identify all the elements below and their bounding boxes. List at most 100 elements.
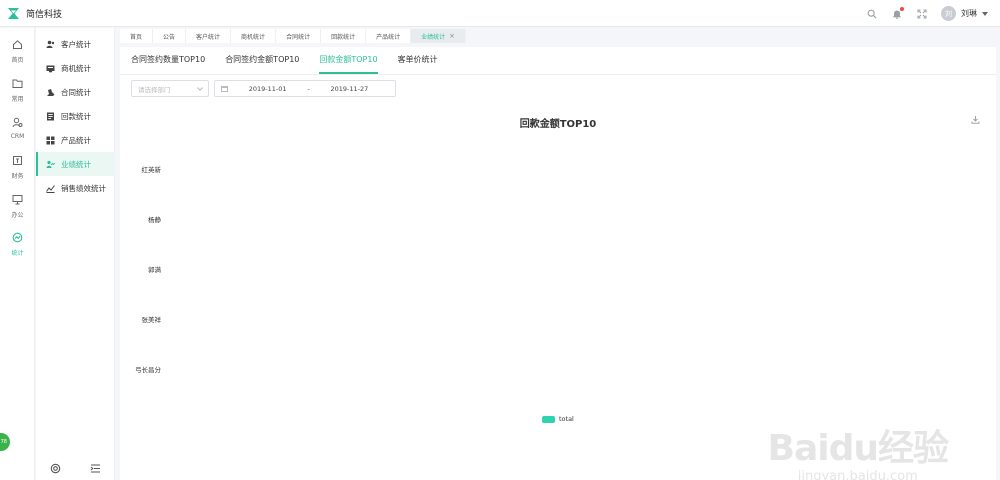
page-tab-label: 合同统计 [286,33,311,41]
rail-item-finance[interactable]: 财务 [0,155,35,180]
rail-label: 常用 [11,96,24,103]
page-tab-notice[interactable]: 公告 [153,29,187,43]
app-title: 简信科技 [26,9,63,20]
page-tab-customer-stats[interactable]: 客户统计 [186,29,232,43]
y-tick-label: 张美祥 [141,316,162,324]
rail-item-stats[interactable]: 统计 [0,232,35,257]
chevron-down-icon [982,11,988,16]
y-tick-label: 郭满 [148,266,161,274]
user-name: 刘琳 [961,9,977,18]
subnav-label: 客户统计 [61,39,91,49]
folder-icon [12,78,23,91]
department-placeholder: 请选择部门 [138,85,171,94]
page-tab-label: 首页 [130,33,143,41]
search-icon[interactable] [866,8,878,20]
collapse-menu-icon[interactable] [90,463,101,476]
page-tab-label: 业绩统计 [421,33,446,41]
calendar-icon [221,85,228,92]
chart-title: 回款金额TOP10 [519,119,597,130]
notification-badge [900,6,904,11]
notification-bell-icon[interactable] [891,6,904,20]
rail-label: CRM [10,133,25,140]
avatar: 刘 [941,6,956,21]
floating-badge-label: 78 [0,439,7,445]
chevron-down-icon [197,84,203,91]
logo-icon [7,7,20,20]
subnav-label: 业绩统计 [61,159,91,169]
user-icon [46,40,55,49]
main-panel: 合同签约数量TOP10 合同签约金额TOP10 回款金额TOP10 客单价统计 … [120,47,996,480]
page-tabs: 首页 公告 客户统计 商机统计 合同统计 回款统计 产品统计 业绩统计 × [120,29,1000,43]
y-tick-label: 杨静 [148,216,161,224]
secondary-nav: 客户统计 商机统计 合同统计 回款统计 产品统计 业绩统计 销售绩效统计 [36,28,115,480]
date-end[interactable]: 2019-11-27 [310,85,389,93]
date-start[interactable]: 2019-11-01 [228,85,307,93]
top-header: 简信科技 刘 刘琳 [0,0,1000,27]
rail-item-common[interactable]: 常用 [0,78,35,103]
fullscreen-icon[interactable] [916,8,928,20]
subnav-item-opportunity-stats[interactable]: 商机统计 [36,56,115,80]
performance-icon [46,160,55,169]
subnav-label: 合同统计 [61,87,91,97]
page-tab-label: 产品统计 [376,33,401,41]
page-tab-label: 回款统计 [331,33,356,41]
date-range-picker[interactable]: 2019-11-01 - 2019-11-27 [214,80,396,97]
contract-icon [46,88,55,97]
subnav-label: 销售绩效统计 [61,183,106,193]
page-tab-label: 公告 [163,33,176,41]
subnav-item-product-stats[interactable]: 产品统计 [36,128,115,152]
rail-item-crm[interactable]: CRM [0,117,35,140]
stats-icon [12,232,23,245]
payment-icon [46,112,55,121]
page-tab-performance-stats[interactable]: 业绩统计 × [411,29,466,43]
grid-icon [46,136,55,145]
rail-label: 办公 [11,212,24,219]
y-tick-label: 红英新 [141,166,162,174]
tab-contract-count-top10[interactable]: 合同签约数量TOP10 [131,54,205,74]
chart-legend[interactable]: total [542,415,574,423]
rail-label: 首页 [11,57,24,64]
subnav-label: 产品统计 [61,135,91,145]
report-tabs: 合同签约数量TOP10 合同签约金额TOP10 回款金额TOP10 客单价统计 [120,47,996,75]
page-tab-opportunity-stats[interactable]: 商机统计 [231,29,277,43]
monitor-icon [12,194,23,207]
y-tick-label: 弓长昌分 [135,366,161,374]
page-tab-contract-stats[interactable]: 合同统计 [276,29,322,43]
subnav-label: 回款统计 [61,111,91,121]
opportunity-icon [46,64,55,73]
crm-icon [12,117,23,130]
rail-item-office[interactable]: 办公 [0,194,35,219]
page-tab-payment-stats[interactable]: 回款统计 [321,29,367,43]
subnav-item-contract-stats[interactable]: 合同统计 [36,80,115,104]
legend-swatch [542,415,555,423]
logo[interactable]: 简信科技 [0,7,62,20]
subnav-item-customer-stats[interactable]: 客户统计 [36,32,115,56]
close-icon[interactable]: × [449,32,455,40]
rail-item-home[interactable]: 首页 [0,39,35,64]
primary-nav: 首页 常用 CRM 财务 办公 统计 78 [0,28,35,480]
download-icon[interactable] [971,115,980,126]
subnav-item-performance-stats[interactable]: 业绩统计 [36,152,115,176]
page-tab-label: 客户统计 [196,33,221,41]
home-icon [12,39,23,52]
tab-contract-amount-top10[interactable]: 合同签约金额TOP10 [225,54,299,74]
watermark-brand: Baidu经验 [767,428,949,469]
trend-icon [46,184,55,193]
tab-payment-amount-top10[interactable]: 回款金额TOP10 [319,54,378,74]
legend-label: total [559,415,574,423]
page-tab-home[interactable]: 首页 [120,29,154,43]
page-tab-label: 商机统计 [241,33,266,41]
subnav-item-payment-stats[interactable]: 回款统计 [36,104,115,128]
page-tab-product-stats[interactable]: 产品统计 [366,29,412,43]
watermark: Baidu经验 jingyan.baidu.com [767,419,949,480]
rail-label: 统计 [11,250,24,257]
department-select[interactable]: 请选择部门 [131,80,209,97]
subnav-item-sales-performance[interactable]: 销售绩效统计 [36,176,115,200]
user-menu[interactable]: 刘 刘琳 [941,6,988,21]
settings-icon[interactable] [50,463,61,476]
floating-badge[interactable]: 78 [0,433,10,451]
subnav-label: 商机统计 [61,63,91,73]
tab-unit-price-stats[interactable]: 客单价统计 [398,54,438,74]
finance-icon [12,155,23,168]
rail-label: 财务 [11,173,24,180]
